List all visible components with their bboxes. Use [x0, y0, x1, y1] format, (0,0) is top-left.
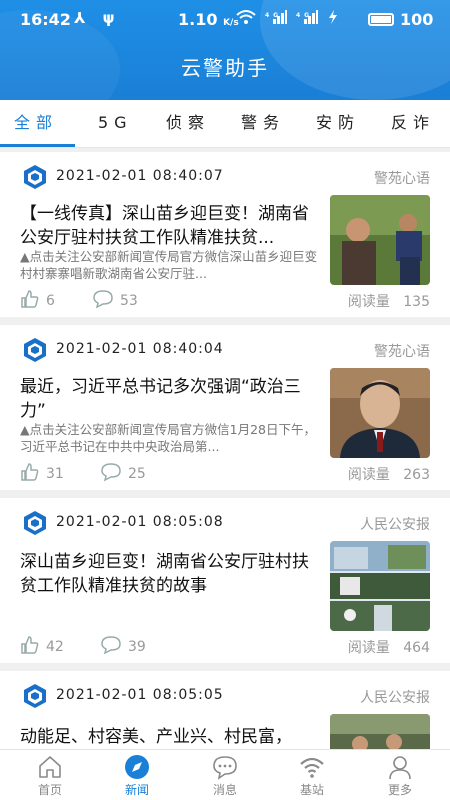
compass-icon [125, 755, 149, 779]
like-button[interactable]: 42 [20, 635, 64, 657]
news-title[interactable]: 动能足、村容美、产业兴、村民富， [20, 725, 322, 749]
status-notification-icons: ⅄ ψ [74, 9, 121, 27]
svg-text:4G: 4G [296, 12, 313, 19]
news-title[interactable]: 最近，习近平总书记多次强调“政治三力” [20, 375, 322, 423]
news-card[interactable]: 2021-02-01 08:40:04 警苑心语 最近，习近平总书记多次强调“政… [0, 325, 450, 490]
news-thumbnail[interactable] [330, 368, 430, 458]
source-name[interactable]: 人民公安报 [360, 687, 430, 707]
publish-time: 2021-02-01 08:05:05 [56, 687, 224, 703]
news-card[interactable]: 2021-02-01 08:05:05 人民公安报 动能足、村容美、产业兴、村民… [0, 671, 450, 749]
nav-more[interactable]: 更多 [355, 750, 445, 800]
status-time: 16:42 [20, 10, 71, 29]
wifi-status-icon [236, 10, 256, 24]
category-tabs: 全部 5G 侦察 警务 安防 反诈 [0, 100, 450, 148]
news-card[interactable]: 2021-02-01 08:40:07 警苑心语 【一线传真】深山苗乡迎巨变！湖… [0, 152, 450, 317]
svg-text:4G: 4G [265, 12, 282, 19]
publish-time: 2021-02-01 08:05:08 [56, 514, 224, 530]
tab-5g[interactable]: 5G [98, 100, 133, 148]
source-logo-icon [24, 684, 46, 708]
source-name[interactable]: 警苑心语 [374, 341, 430, 361]
network-speed-value: 1.10 [178, 10, 218, 29]
nav-home[interactable]: 首页 [5, 750, 95, 800]
read-count-label: 阅读量 [347, 640, 390, 656]
thumbs-up-icon [21, 463, 39, 481]
page-title: 云警助手 [181, 56, 269, 80]
tab-all[interactable]: 全部 [14, 100, 58, 148]
like-count: 42 [46, 639, 64, 655]
source-logo-icon [24, 165, 46, 189]
news-feed[interactable]: 2021-02-01 08:40:07 警苑心语 【一线传真】深山苗乡迎巨变！湖… [0, 149, 450, 749]
nav-base-station-label: 基站 [299, 783, 324, 797]
comment-button[interactable]: 39 [100, 635, 146, 657]
news-title[interactable]: 深山苗乡迎巨变！湖南省公安厅驻村扶贫工作队精准扶贫的故事 [20, 550, 322, 598]
tab-security[interactable]: 安防 [316, 100, 360, 148]
read-count: 阅读量 263 [348, 464, 430, 484]
source-logo-icon [24, 338, 46, 362]
nav-messages[interactable]: 消息 [180, 750, 270, 800]
like-count: 6 [46, 293, 55, 309]
status-bar: 16:42 ⅄ ψ 1.10 K/s 4G 4G 100 [0, 0, 450, 40]
tab-active-indicator [0, 144, 75, 147]
wifi-icon [300, 757, 324, 778]
nav-news-label: 新闻 [124, 783, 149, 797]
comment-count: 39 [128, 639, 146, 655]
news-title[interactable]: 【一线传真】深山苗乡迎巨变！湖南省公安厅驻村扶贫工作队精准扶贫... [20, 202, 322, 250]
bottom-navigation: 首页 新闻 消息 基站 更多 [0, 749, 450, 800]
user-icon [389, 756, 411, 780]
app-header: 16:42 ⅄ ψ 1.10 K/s 4G 4G 100 云警助手 [0, 0, 450, 100]
home-icon [39, 756, 61, 778]
battery-level: 100 [400, 10, 434, 29]
like-button[interactable]: 6 [20, 289, 55, 311]
comment-button[interactable]: 53 [92, 289, 138, 311]
publish-time: 2021-02-01 08:40:04 [56, 341, 224, 357]
news-thumbnail[interactable] [330, 714, 430, 749]
thumbs-up-icon [21, 290, 39, 308]
publish-time: 2021-02-01 08:40:07 [56, 168, 224, 184]
read-count: 阅读量 135 [348, 291, 430, 311]
nav-news[interactable]: 新闻 [92, 750, 182, 800]
network-speed: 1.10 K/s [178, 10, 239, 29]
comment-icon [93, 290, 113, 309]
comment-button[interactable]: 25 [100, 462, 146, 484]
nav-home-label: 首页 [37, 783, 62, 797]
read-count-value: 135 [403, 294, 430, 310]
source-name[interactable]: 警苑心语 [374, 168, 430, 188]
tab-anti-fraud[interactable]: 反诈 [391, 100, 435, 148]
signal-icon: 4G [265, 10, 288, 24]
comment-icon [101, 636, 121, 655]
read-count-value: 464 [403, 640, 430, 656]
thumbs-up-icon [21, 636, 39, 654]
read-count-value: 263 [403, 467, 430, 483]
charging-icon [328, 10, 337, 24]
news-thumbnail[interactable] [330, 541, 430, 631]
news-summary: ▲点击关注公安部新闻宣传局官方微信1月28日下午，习近平总书记在中共中央政治局第… [20, 422, 316, 454]
read-count-label: 阅读量 [347, 467, 390, 483]
nav-base-station[interactable]: 基站 [267, 750, 357, 800]
news-summary: ▲点击关注公安部新闻宣传局官方微信深山苗乡迎巨变 村村寨寨唱新歌湖南省公安厅驻.… [20, 249, 318, 281]
tab-police-affairs[interactable]: 警务 [241, 100, 285, 148]
like-button[interactable]: 31 [20, 462, 64, 484]
read-count: 阅读量 464 [348, 637, 430, 657]
nav-more-label: 更多 [387, 783, 412, 797]
read-count-label: 阅读量 [347, 294, 390, 310]
comment-icon [101, 463, 121, 482]
source-name[interactable]: 人民公安报 [360, 514, 430, 534]
comment-count: 53 [120, 293, 138, 309]
news-card[interactable]: 2021-02-01 08:05:08 人民公安报 深山苗乡迎巨变！湖南省公安厅… [0, 498, 450, 663]
status-signal-icons: 4G 4G [236, 9, 338, 27]
signal-icon: 4G [296, 10, 319, 24]
nav-messages-label: 消息 [212, 783, 237, 797]
like-count: 31 [46, 466, 64, 482]
news-thumbnail[interactable] [330, 195, 430, 285]
message-icon [213, 756, 237, 780]
comment-count: 25 [128, 466, 146, 482]
tab-recon[interactable]: 侦察 [166, 100, 210, 148]
battery-icon [368, 13, 394, 26]
source-logo-icon [24, 511, 46, 535]
